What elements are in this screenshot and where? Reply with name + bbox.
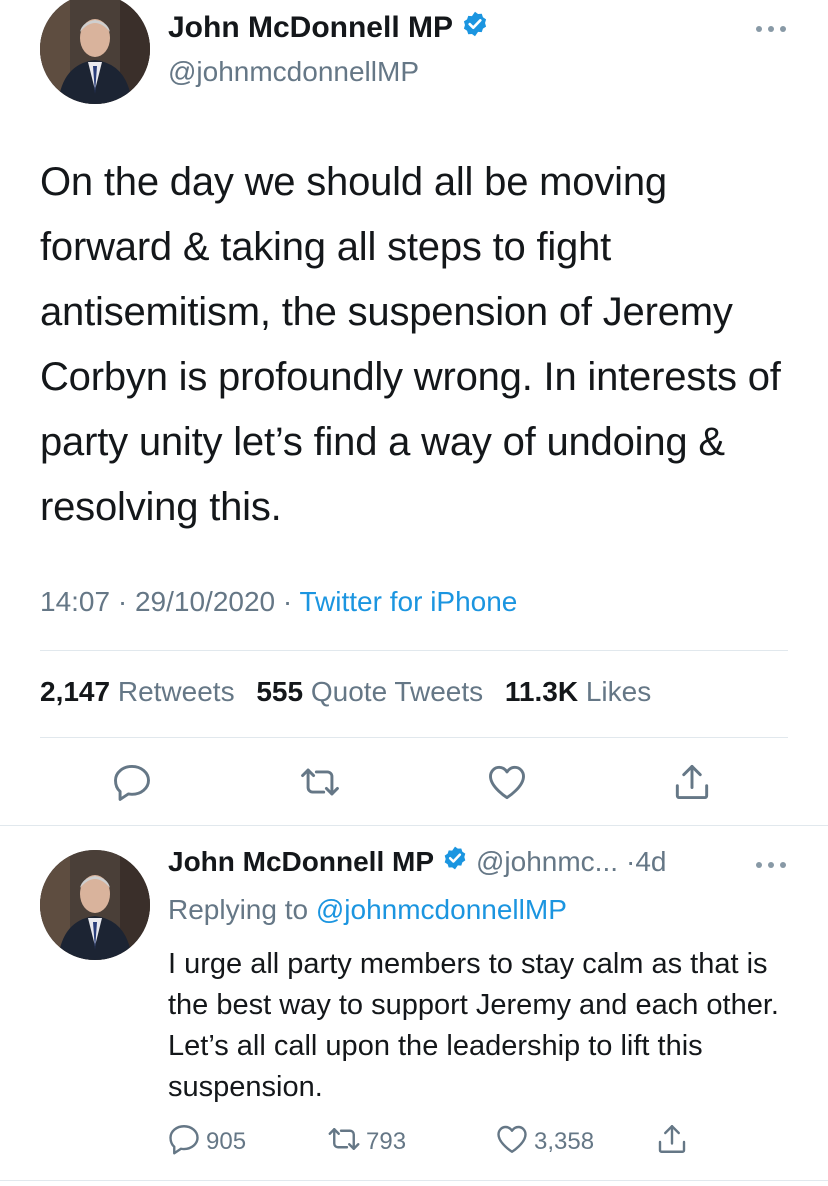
quote-tweets-stat[interactable]: 555 Quote Tweets — [256, 676, 483, 707]
retweet-icon — [326, 1121, 362, 1164]
tweet-source-link[interactable]: Twitter for iPhone — [300, 586, 518, 617]
author-handle[interactable]: @johnmcdonnellMP — [168, 56, 419, 88]
divider — [0, 1180, 828, 1181]
retweets-label: Retweets — [117, 676, 235, 707]
retweet-icon[interactable] — [298, 760, 342, 804]
likes-label: Likes — [585, 676, 652, 707]
reply-icon — [166, 1121, 202, 1164]
quote-tweets-count: 555 — [256, 676, 304, 707]
age-separator: · — [626, 845, 636, 877]
tweet-stats: 2,147 Retweets 555 Quote Tweets 11.3K Li… — [40, 676, 665, 708]
reply-author-handle[interactable]: @johnmc... — [476, 846, 618, 878]
author-name-text[interactable]: John McDonnell MP — [168, 11, 453, 45]
reply-count: 905 — [206, 1128, 247, 1155]
verified-badge-icon — [442, 845, 468, 878]
tweet-date[interactable]: 29/10/2020 — [135, 586, 275, 617]
reply-icon[interactable] — [110, 760, 154, 804]
retweet-count: 793 — [366, 1128, 407, 1155]
divider — [40, 737, 788, 738]
share-icon[interactable] — [670, 760, 714, 804]
author-name[interactable]: John McDonnell MP — [168, 10, 489, 46]
reply-share-button[interactable] — [654, 1122, 690, 1162]
reply-retweet-button[interactable]: 793 — [326, 1122, 406, 1162]
like-icon[interactable] — [485, 760, 529, 804]
verified-badge-icon — [461, 10, 489, 46]
more-options-icon[interactable] — [754, 850, 788, 880]
reply-author-name[interactable]: John McDonnell MP — [168, 846, 434, 878]
tweet-time[interactable]: 14:07 — [40, 586, 110, 617]
likes-stat[interactable]: 11.3K Likes — [505, 676, 651, 707]
tweet-text: On the day we should all be moving forwa… — [40, 160, 781, 529]
replying-to-handle[interactable]: @johnmcdonnellMP — [316, 894, 567, 925]
meta-separator: · — [282, 586, 293, 617]
quote-tweets-label: Quote Tweets — [310, 676, 484, 707]
divider — [40, 650, 788, 651]
retweets-count: 2,147 — [40, 676, 111, 707]
author-avatar[interactable] — [40, 0, 150, 104]
meta-separator: · — [117, 586, 128, 617]
more-options-icon[interactable] — [754, 14, 788, 44]
like-icon — [494, 1121, 530, 1164]
reply-text: I urge all party members to stay calm as… — [168, 948, 779, 1103]
replying-to-label: Replying to — [168, 894, 309, 925]
likes-count: 11.3K — [504, 676, 579, 707]
retweets-stat[interactable]: 2,147 Retweets — [40, 676, 235, 707]
reply-reply-button[interactable]: 905 — [166, 1122, 246, 1162]
reply-age[interactable]: 4d — [635, 846, 666, 878]
tweet-meta: 14:07 · 29/10/2020 · Twitter for iPhone — [40, 586, 517, 618]
share-icon — [654, 1121, 690, 1164]
main-tweet: John McDonnell MP @johnmcdonnellMP On th… — [0, 0, 828, 826]
tweet-separator — [0, 825, 828, 826]
reply-header: John McDonnell MP @johnmc... · 4d — [168, 845, 667, 878]
reply-like-button[interactable]: 3,358 — [494, 1122, 594, 1162]
reply-author-avatar[interactable] — [40, 850, 150, 960]
replying-to: Replying to @johnmcdonnellMP — [168, 894, 567, 926]
like-count: 3,358 — [534, 1128, 595, 1155]
